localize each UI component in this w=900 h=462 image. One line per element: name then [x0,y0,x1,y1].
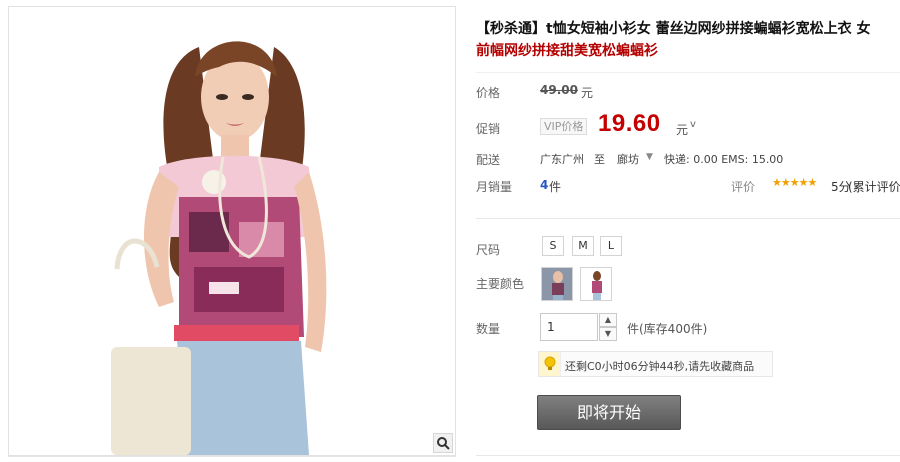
shipping-label: 配送 [476,153,501,167]
color-swatch-1[interactable] [541,267,573,301]
sale-price: 19.60 [598,110,661,137]
price-label: 价格 [476,86,501,100]
quantity-label: 数量 [476,322,501,336]
quantity-input[interactable]: 1 [540,313,598,341]
star-icon: ★★★★★ [772,176,817,189]
product-title: 【秒杀通】t恤女短袖小衫女 蕾丝边网纱拼接蝙蝠衫宽松上衣 女 前幅网纱拼接甜美宽… [476,18,896,62]
lightbulb-icon [539,352,561,376]
color-swatch-2[interactable] [580,267,612,301]
monthly-sales-count: 4 [540,178,549,192]
title-divider [476,72,900,73]
size-option-l[interactable]: L [600,236,622,256]
city-dropdown-arrow-icon[interactable]: ▼ [646,152,653,162]
sale-price-unit: 元 [676,123,689,137]
product-title-text: 【秒杀通】t恤女短袖小衫女 蕾丝边网纱拼接蝙蝠衫宽松上衣 女 [476,21,871,37]
size-option-m[interactable]: M [572,236,594,256]
zoom-icon [437,437,450,450]
chevron-down-icon[interactable]: v [690,119,696,130]
product-subtitle: 前幅网纱拼接甜美宽松蝙蝠衫 [476,43,658,59]
product-image-panel[interactable] [8,6,456,456]
countdown-text: 还剩C0小时06分钟44秒,请先收藏商品 [565,360,755,373]
bottom-divider [476,455,900,456]
quantity-unit: 件 [627,322,640,336]
monthly-sales-label: 月销量 [476,180,513,194]
options-divider [476,218,900,219]
coming-soon-button[interactable]: 即将开始 [537,395,681,430]
reviews-link[interactable]: (累计评价 [848,178,900,195]
quantity-decrease-button[interactable]: ▼ [599,327,617,341]
original-price: 49.00 [540,83,578,97]
size-label: 尺码 [476,243,501,257]
monthly-sales-unit: 件 [549,180,562,194]
zoom-button[interactable] [433,433,453,453]
size-option-s[interactable]: S [542,236,564,256]
destination-city-select[interactable]: 廊坊 [617,151,639,167]
ship-to-label: 至 [594,153,605,166]
ship-from: 广东广州 [540,153,584,166]
quantity-increase-button[interactable]: ▲ [599,313,617,327]
original-price-unit: 元 [581,86,594,100]
color-label: 主要颜色 [476,277,525,291]
countdown-notice: 还剩C0小时06分钟44秒,请先收藏商品 [538,351,773,377]
vip-price-tag: VIP价格 [540,118,588,135]
rating-label: 评价 [731,180,756,194]
product-photo[interactable] [9,7,455,455]
shipping-fees: 快递: 0.00 EMS: 15.00 [664,153,784,166]
image-bottom-divider [8,456,456,457]
promo-label: 促销 [476,122,501,136]
stock-count: (库存400件) [639,322,708,336]
